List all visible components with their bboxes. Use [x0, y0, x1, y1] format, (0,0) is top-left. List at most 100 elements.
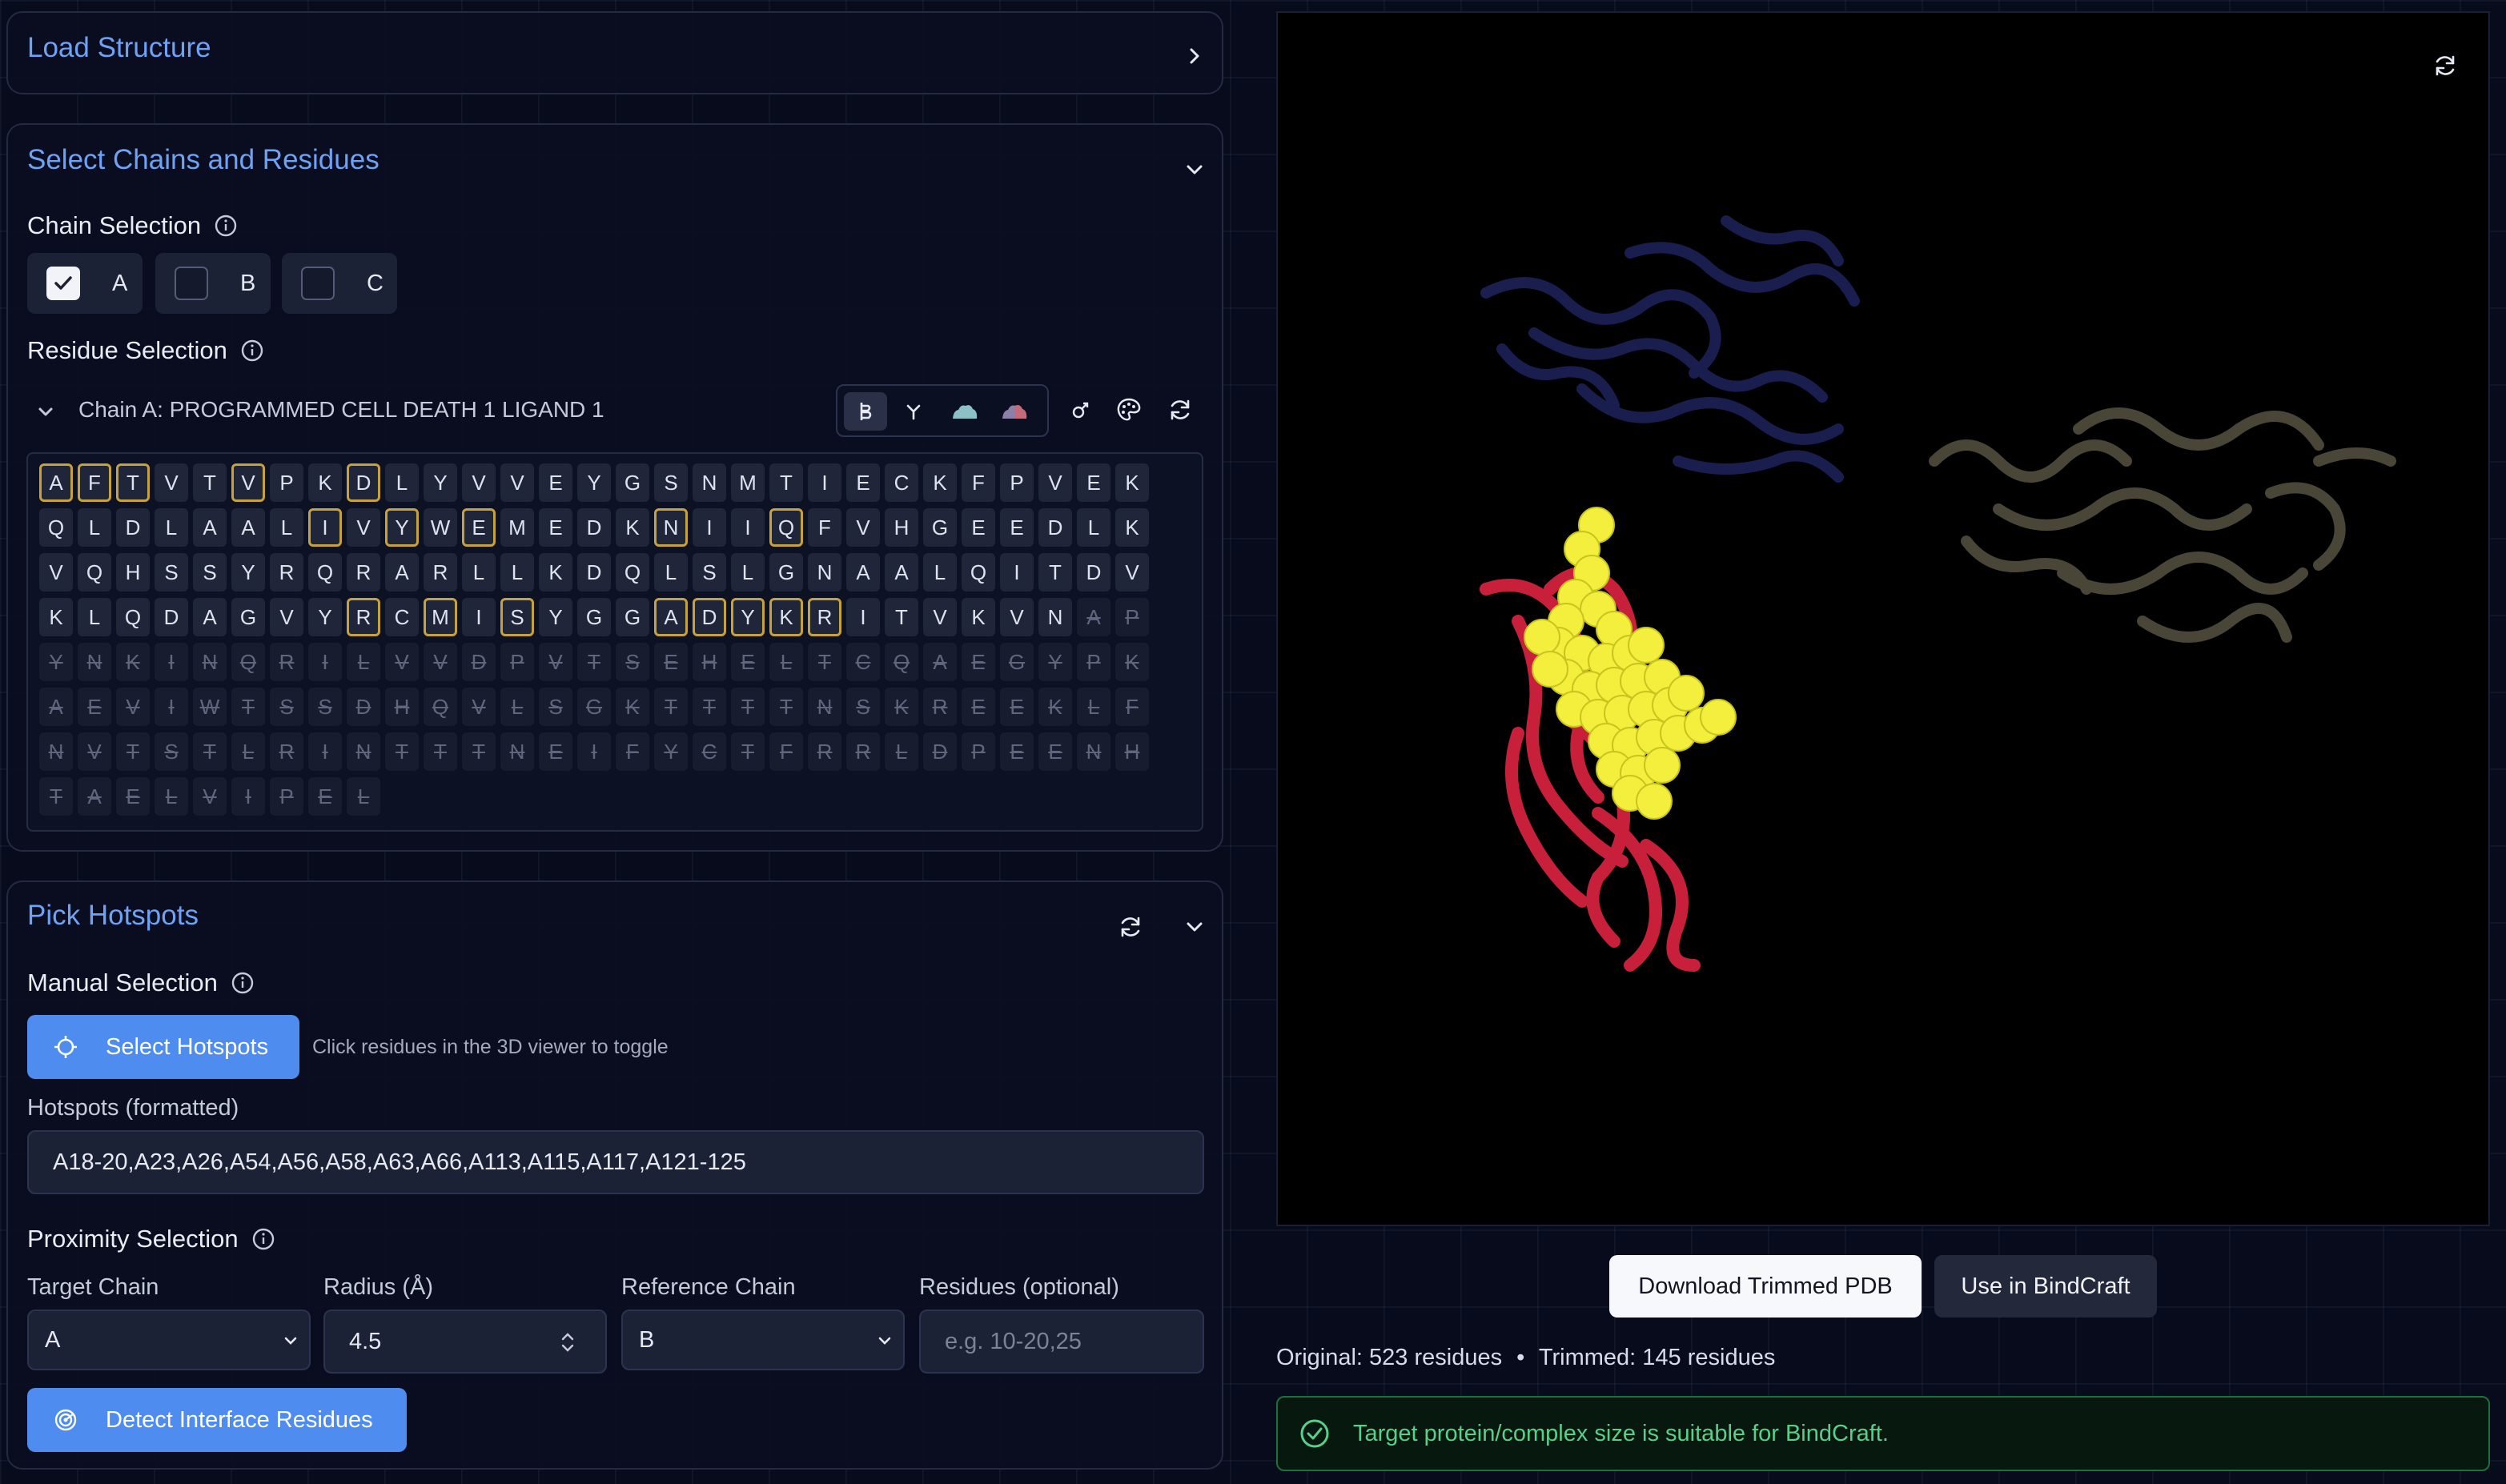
- residue-cell-hotspot[interactable]: A: [39, 463, 73, 502]
- info-icon[interactable]: [231, 971, 255, 995]
- residue-cell-excluded[interactable]: F: [616, 732, 649, 771]
- chevron-down-icon[interactable]: [1179, 911, 1211, 943]
- residue-cell[interactable]: V: [39, 553, 73, 592]
- residue-cell[interactable]: E: [539, 463, 572, 502]
- residue-cell[interactable]: Q: [116, 598, 150, 636]
- residue-cell-excluded[interactable]: K: [885, 688, 918, 726]
- residue-cell-excluded[interactable]: E: [731, 643, 765, 681]
- residue-cell[interactable]: Y: [577, 463, 611, 502]
- info-icon[interactable]: [251, 1227, 275, 1251]
- residue-cell-excluded[interactable]: L: [155, 777, 188, 816]
- residue-cell-excluded[interactable]: R: [846, 732, 880, 771]
- checkbox-icon[interactable]: [301, 267, 335, 300]
- chevron-right-icon[interactable]: [1179, 40, 1211, 72]
- residue-cell[interactable]: V: [1038, 463, 1072, 502]
- residue-cell-excluded[interactable]: S: [308, 688, 342, 726]
- residue-cell-hotspot[interactable]: A: [654, 598, 688, 636]
- residue-cell-excluded[interactable]: E: [1000, 732, 1034, 771]
- residue-cell[interactable]: Y: [231, 553, 265, 592]
- residue-cell-excluded[interactable]: C: [846, 643, 880, 681]
- residue-cell-excluded[interactable]: T: [654, 688, 688, 726]
- residue-cell-excluded[interactable]: A: [1077, 598, 1110, 636]
- detect-interface-button[interactable]: Detect Interface Residues: [27, 1388, 407, 1452]
- residue-cell-excluded[interactable]: P: [1077, 643, 1110, 681]
- residue-cell[interactable]: R: [270, 553, 303, 592]
- residue-cell[interactable]: K: [962, 598, 995, 636]
- reset-view-button[interactable]: [2428, 48, 2463, 83]
- residue-cell-excluded[interactable]: S: [846, 688, 880, 726]
- chain-option-b[interactable]: B: [155, 253, 271, 314]
- chevron-down-icon[interactable]: [1179, 154, 1211, 186]
- residue-cell[interactable]: S: [155, 553, 188, 592]
- residue-cell-hotspot[interactable]: D: [347, 463, 380, 502]
- residue-cell[interactable]: K: [1115, 463, 1149, 502]
- residue-cell-excluded[interactable]: E: [962, 688, 995, 726]
- residue-cell[interactable]: Q: [308, 553, 342, 592]
- residue-cell[interactable]: D: [155, 598, 188, 636]
- residue-cell[interactable]: L: [385, 463, 419, 502]
- residue-cell[interactable]: C: [385, 598, 419, 636]
- residue-cell-excluded[interactable]: N: [808, 688, 841, 726]
- residue-cell-excluded[interactable]: T: [731, 732, 765, 771]
- residue-cell[interactable]: T: [885, 598, 918, 636]
- protein-structure[interactable]: [1278, 13, 2492, 1228]
- residue-cell-excluded[interactable]: T: [462, 732, 496, 771]
- residue-cell-excluded[interactable]: P: [270, 777, 303, 816]
- molecule-viewer[interactable]: [1276, 11, 2490, 1226]
- checkbox-checked-icon[interactable]: [46, 267, 80, 300]
- residue-cell-hotspot[interactable]: R: [808, 598, 841, 636]
- residue-cell-excluded[interactable]: L: [1077, 688, 1110, 726]
- residue-cell[interactable]: V: [347, 508, 380, 547]
- residue-cell-excluded[interactable]: H: [1115, 732, 1149, 771]
- residue-cell[interactable]: V: [462, 463, 496, 502]
- residue-cell[interactable]: V: [155, 463, 188, 502]
- residue-cell-hotspot[interactable]: S: [500, 598, 534, 636]
- residue-cell-hotspot[interactable]: E: [462, 508, 496, 547]
- residue-cell-excluded[interactable]: V: [539, 643, 572, 681]
- residue-cell-excluded[interactable]: Q: [231, 643, 265, 681]
- residue-cell-excluded[interactable]: S: [539, 688, 572, 726]
- residue-cell[interactable]: T: [769, 463, 803, 502]
- residue-cell-excluded[interactable]: V: [78, 732, 111, 771]
- residue-cell-excluded[interactable]: N: [1077, 732, 1110, 771]
- residue-cell[interactable]: K: [616, 508, 649, 547]
- residue-cell-excluded[interactable]: G: [577, 688, 611, 726]
- residue-cell-excluded[interactable]: A: [78, 777, 111, 816]
- residue-cell-excluded[interactable]: T: [731, 688, 765, 726]
- residue-cell[interactable]: L: [155, 508, 188, 547]
- residue-cell[interactable]: V: [1115, 553, 1149, 592]
- residue-cell-excluded[interactable]: C: [693, 732, 726, 771]
- residue-cell-excluded[interactable]: K: [1115, 643, 1149, 681]
- residue-cell[interactable]: L: [78, 508, 111, 547]
- residue-cell-excluded[interactable]: P: [500, 643, 534, 681]
- residue-cell[interactable]: L: [78, 598, 111, 636]
- residue-cell[interactable]: V: [500, 463, 534, 502]
- residue-cell-excluded[interactable]: L: [231, 732, 265, 771]
- residue-cell[interactable]: I: [462, 598, 496, 636]
- select-hotspots-button[interactable]: Select Hotspots: [27, 1015, 299, 1079]
- residue-cell-excluded[interactable]: N: [78, 643, 111, 681]
- residue-cell-excluded[interactable]: A: [39, 688, 73, 726]
- residue-cell-excluded[interactable]: S: [616, 643, 649, 681]
- residue-cell[interactable]: A: [231, 508, 265, 547]
- residue-cell[interactable]: L: [1077, 508, 1110, 547]
- residue-cell-excluded[interactable]: T: [385, 732, 419, 771]
- residue-cell[interactable]: Q: [39, 508, 73, 547]
- residue-cell[interactable]: I: [808, 463, 841, 502]
- residue-cell-excluded[interactable]: D: [462, 643, 496, 681]
- residue-cell[interactable]: E: [1000, 508, 1034, 547]
- residue-cell[interactable]: E: [846, 463, 880, 502]
- branch-toggle[interactable]: [892, 392, 935, 431]
- color-palette-button[interactable]: [1111, 392, 1147, 427]
- residue-cell[interactable]: D: [577, 553, 611, 592]
- residue-cell-excluded[interactable]: T: [808, 643, 841, 681]
- residue-cell[interactable]: L: [500, 553, 534, 592]
- residue-cell-excluded[interactable]: E: [78, 688, 111, 726]
- residue-cell-excluded[interactable]: S: [155, 732, 188, 771]
- residue-cell-excluded[interactable]: N: [193, 643, 227, 681]
- residue-cell-excluded[interactable]: N: [500, 732, 534, 771]
- residue-cell-excluded[interactable]: T: [769, 688, 803, 726]
- residue-cell[interactable]: G: [616, 598, 649, 636]
- residue-cell[interactable]: A: [385, 553, 419, 592]
- residue-cell[interactable]: R: [424, 553, 457, 592]
